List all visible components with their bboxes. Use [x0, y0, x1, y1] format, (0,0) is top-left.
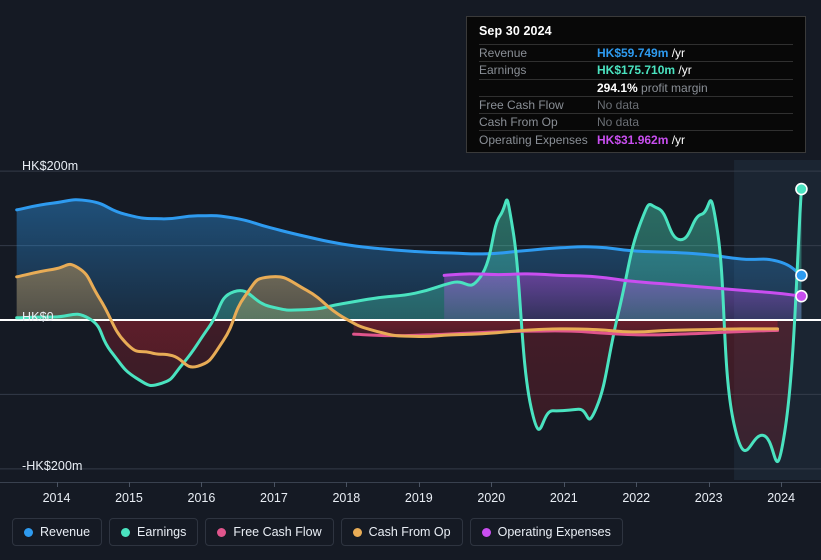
tooltip-row-value: HK$31.962m /yr: [597, 132, 686, 147]
tooltip-row: Operating Expenses HK$31.962m /yr: [479, 130, 793, 147]
tooltip-row: Free Cash Flow No data: [479, 95, 793, 113]
tooltip-row-value: No data: [597, 115, 640, 130]
legend-item-label: Earnings: [137, 525, 187, 539]
x-axis-label: 2016: [187, 491, 216, 505]
legend-color-dot-icon: [121, 527, 131, 537]
tooltip-row-label: Revenue: [479, 46, 528, 61]
chart-plot-area: [0, 160, 821, 480]
legend-item-earnings[interactable]: Earnings: [109, 518, 199, 546]
chart-legend: Revenue Earnings Free Cash Flow Cash From O…: [12, 518, 623, 546]
tooltip-row-value: No data: [597, 98, 640, 113]
x-axis-tick: [636, 482, 638, 487]
tooltip-rows: Revenue HK$59.749m /yr Earnings HK$175.710m…: [479, 44, 793, 148]
legend-item-operating-expenses[interactable]: Operating Expenses: [469, 518, 623, 546]
x-axis-label: 2015: [115, 491, 143, 505]
legend-item-free-cash-flow[interactable]: Free Cash Flow: [205, 518, 334, 546]
x-axis-tick: [346, 482, 348, 487]
legend-color-dot-icon: [24, 527, 33, 537]
legend-item-label: Revenue: [40, 525, 91, 539]
x-axis-label: 2021: [549, 491, 578, 505]
y-axis-label-zero: HK$0: [22, 310, 54, 324]
legend-color-dot-icon: [352, 527, 362, 537]
chart-screenshot: HK$200m HK$0 -HK$200m 2014 2015 2016 2017 20…: [0, 0, 821, 560]
tooltip-row-label: Cash From Op: [479, 115, 558, 130]
legend-item-label: Free Cash Flow: [233, 525, 322, 539]
x-axis-label: 2020: [477, 491, 506, 505]
tooltip-row-label: Operating Expenses: [479, 132, 588, 147]
x-axis-tick: [781, 482, 783, 487]
tooltip-row-value: HK$59.749m /yr: [597, 46, 686, 61]
tooltip-row: 294.1% profit margin: [479, 78, 793, 96]
tooltip-row-label: Free Cash Flow: [479, 98, 564, 113]
tooltip-row-label: Earnings: [479, 63, 527, 78]
x-axis-tick: [418, 482, 420, 487]
legend-color-dot-icon: [481, 527, 491, 537]
y-axis-label-bottom: -HK$200m: [22, 459, 83, 473]
tooltip-row: Cash From Op No data: [479, 113, 793, 130]
x-axis-tick: [273, 482, 275, 487]
x-axis-label: 2023: [694, 491, 723, 505]
x-axis-tick: [708, 482, 710, 487]
x-axis-tick: [491, 482, 493, 487]
legend-color-dot-icon: [217, 527, 227, 537]
y-axis-label-top: HK$200m: [22, 159, 79, 173]
legend-item-cash-from-op[interactable]: Cash From Op: [340, 518, 463, 546]
legend-item-revenue[interactable]: Revenue: [12, 518, 103, 546]
legend-item-label: Operating Expenses: [497, 525, 611, 539]
x-axis-label: 2024: [767, 491, 796, 505]
x-axis-label: 2014: [42, 491, 71, 505]
x-axis-label: 2018: [332, 491, 361, 505]
x-axis-label: 2019: [404, 491, 433, 505]
x-axis: 2014 2015 2016 2017 2018 2019 2020 2021 2022 2023…: [0, 482, 821, 505]
x-axis-tick: [56, 482, 58, 487]
x-axis-label: 2022: [622, 491, 651, 505]
chart-tooltip: Sep 30 2024 Revenue HK$59.749m /yr Earning…: [466, 16, 806, 153]
x-axis-baseline: [0, 482, 821, 483]
tooltip-row: Revenue HK$59.749m /yr: [479, 44, 793, 61]
chart-svg: [0, 160, 821, 480]
x-axis-tick: [201, 482, 203, 487]
x-axis-tick: [128, 482, 130, 487]
tooltip-row-value: HK$175.710m /yr: [597, 63, 692, 78]
tooltip-date: Sep 30 2024: [479, 24, 552, 38]
tooltip-row: Earnings HK$175.710m /yr: [479, 61, 793, 78]
x-axis-label: 2017: [260, 491, 288, 505]
tooltip-row-value: 294.1% profit margin: [597, 80, 708, 95]
legend-item-label: Cash From Op: [368, 525, 451, 539]
x-axis-tick: [563, 482, 565, 487]
